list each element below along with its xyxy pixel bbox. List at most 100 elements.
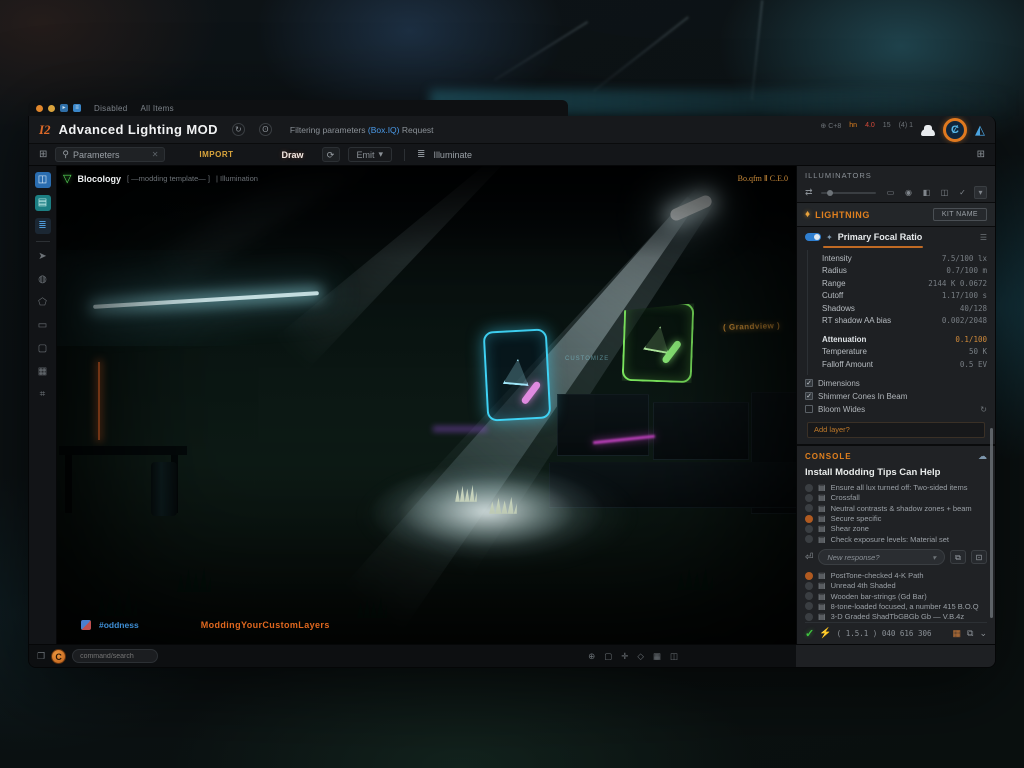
- property-row[interactable]: Intensity7.5/100 lx: [822, 252, 987, 265]
- prop-value[interactable]: 0.002/2048: [942, 316, 987, 325]
- send-button[interactable]: ⊡: [971, 550, 987, 564]
- prop-value[interactable]: 0.5 EV: [960, 360, 987, 369]
- columns-icon[interactable]: ◫: [670, 651, 678, 662]
- filter-status-link[interactable]: (Box.IQ): [368, 125, 400, 135]
- sync-button[interactable]: ↻: [232, 123, 245, 136]
- hamburger-icon[interactable]: ☰: [980, 233, 987, 242]
- illuminate-label[interactable]: Illuminate: [433, 150, 472, 160]
- property-row[interactable]: Attenuation0.1/100: [822, 333, 987, 346]
- checkbox-checked-icon[interactable]: ✓: [805, 379, 813, 387]
- import-button[interactable]: IMPORT: [199, 150, 233, 159]
- rotate-button[interactable]: ⟳: [322, 147, 340, 162]
- tag-icon[interactable]: ⌗: [35, 387, 51, 403]
- property-row[interactable]: Range2144 K 0.0672: [822, 277, 987, 290]
- console-item[interactable]: ▤Neutral contrasts & shadow zones + beam: [805, 503, 987, 513]
- info-button[interactable]: ʘ: [259, 123, 272, 136]
- more-icon[interactable]: ⌄: [979, 628, 987, 639]
- property-row[interactable]: Falloff Amount0.5 EV: [822, 358, 987, 371]
- search-input[interactable]: ⚲ Parameters ✕: [55, 147, 165, 162]
- console-item[interactable]: ▤8-tone-loaded focused, a number 415 B.O…: [805, 601, 987, 611]
- watermark-handle[interactable]: #oddness: [99, 620, 139, 630]
- checkbox-row[interactable]: Bloom Wides↻: [805, 403, 987, 416]
- property-row[interactable]: Shadows40/128: [822, 302, 987, 315]
- plus-icon[interactable]: ✛: [621, 651, 628, 662]
- prop-value[interactable]: 2144 K 0.0672: [928, 279, 987, 288]
- console-item[interactable]: ▤Ensure all lux turned off: Two-sided it…: [805, 483, 987, 493]
- sliders-icon[interactable]: ≣: [417, 149, 425, 160]
- users-icon[interactable]: ◫: [35, 172, 51, 188]
- swap-icon[interactable]: ⇄: [805, 187, 813, 198]
- confirm-icon[interactable]: ✓: [956, 186, 969, 199]
- kit-name-button[interactable]: KIT NAME: [933, 208, 987, 221]
- property-row[interactable]: Radius0.7/100 m: [822, 265, 987, 278]
- window-dot-amber[interactable]: [48, 105, 55, 112]
- layers-icon[interactable]: ≣: [35, 218, 51, 234]
- lighting-section-header[interactable]: ♦ LIGHTNING KIT NAME: [797, 202, 995, 227]
- checkbox-checked-icon[interactable]: ✓: [805, 392, 813, 400]
- console-item[interactable]: ▤Wooden bar-strings (Gd Bar): [805, 591, 987, 601]
- cyber-badge-icon[interactable]: Ȼ: [943, 118, 967, 142]
- grid-orange-icon[interactable]: ▦: [953, 628, 962, 639]
- response-select[interactable]: New response? ▾: [818, 549, 945, 565]
- compare-icon[interactable]: ◧: [920, 186, 933, 199]
- property-row[interactable]: Temperature50 K: [822, 346, 987, 359]
- copy-button[interactable]: ⧉: [950, 550, 966, 564]
- frame-icon[interactable]: ▭: [35, 318, 51, 334]
- viewport-canvas[interactable]: ( Grandview ) CUSTOMIZE: [57, 166, 796, 644]
- add-layer-field[interactable]: Add layer?: [807, 422, 985, 438]
- box-icon[interactable]: ▢: [35, 341, 51, 357]
- grid-menu-icon[interactable]: ⊞: [39, 149, 47, 160]
- console-item[interactable]: ▤Crossfall: [805, 493, 987, 503]
- tab-emit[interactable]: Emit ▾: [348, 147, 393, 162]
- focal-toggle[interactable]: [805, 233, 821, 241]
- window-dot-orange[interactable]: [36, 105, 43, 112]
- triangle-badge-icon[interactable]: ◭: [975, 122, 985, 138]
- tab-draw[interactable]: Draw: [282, 150, 304, 160]
- property-row[interactable]: RT shadow AA bias0.002/2048: [822, 315, 987, 328]
- hat-icon[interactable]: [921, 129, 935, 136]
- window-icon[interactable]: ❐: [37, 651, 45, 662]
- console-item[interactable]: ▤3-D Graded ShadTbGBGb Gb — V.B.4z: [805, 612, 987, 622]
- layout-grid-icon[interactable]: ⊞: [977, 149, 985, 160]
- sidebar-scrollbar[interactable]: [990, 428, 993, 618]
- add-circle-icon[interactable]: ⊕: [588, 651, 595, 662]
- avatar[interactable]: C: [51, 649, 66, 664]
- prop-value[interactable]: 50 K: [969, 347, 987, 356]
- prop-value[interactable]: 0.7/100 m: [946, 266, 987, 275]
- tab-disabled[interactable]: Disabled: [94, 104, 128, 113]
- sidebar-slider[interactable]: [821, 192, 876, 194]
- target-icon[interactable]: ◉: [902, 186, 915, 199]
- globe-icon[interactable]: ◍: [35, 272, 51, 288]
- refresh-icon[interactable]: ↻: [980, 405, 987, 414]
- checkbox-row[interactable]: ✓Dimensions: [805, 377, 987, 390]
- cloud-icon[interactable]: ☁: [978, 451, 987, 462]
- checkbox-icon[interactable]: [805, 405, 813, 413]
- console-item[interactable]: ▤Check exposure levels: Material set: [805, 534, 987, 544]
- property-row[interactable]: Cutoff1.17/100 s: [822, 290, 987, 303]
- grid-icon[interactable]: ▦: [653, 651, 661, 662]
- polygon-icon[interactable]: ⬠: [35, 295, 51, 311]
- stack-icon[interactable]: ▦: [35, 364, 51, 380]
- console-item[interactable]: ▤PostTone-checked 4-K Path: [805, 570, 987, 580]
- checkbox-row[interactable]: ✓Shimmer Cones In Beam: [805, 390, 987, 403]
- crop-icon[interactable]: ▭: [884, 186, 897, 199]
- command-search-input[interactable]: [80, 653, 140, 660]
- tab-all-items[interactable]: All Items: [141, 104, 174, 113]
- panels-icon[interactable]: ▤: [35, 195, 51, 211]
- clear-search-icon[interactable]: ✕: [152, 150, 159, 159]
- prop-value[interactable]: 1.17/100 s: [942, 291, 987, 300]
- duplicate-icon[interactable]: ◫: [938, 186, 951, 199]
- copy-icon[interactable]: ⧉: [967, 628, 973, 639]
- console-item[interactable]: ▤Secure specific: [805, 513, 987, 523]
- console-item[interactable]: ▤Shear zone: [805, 524, 987, 534]
- prop-value[interactable]: 7.5/100 lx: [942, 254, 987, 263]
- collapse-button[interactable]: ▾: [974, 186, 987, 199]
- prop-value[interactable]: 40/128: [960, 304, 987, 313]
- command-search-field[interactable]: [72, 649, 158, 663]
- window-badge-blue[interactable]: ▸: [60, 104, 68, 112]
- cursor-icon[interactable]: ➤: [35, 249, 51, 265]
- prop-value[interactable]: 0.1/100: [955, 335, 987, 344]
- frame-icon[interactable]: ▢: [604, 651, 612, 662]
- console-item[interactable]: ▤Unread 4th Shaded: [805, 581, 987, 591]
- window-badge-blue2[interactable]: ≡: [73, 104, 81, 112]
